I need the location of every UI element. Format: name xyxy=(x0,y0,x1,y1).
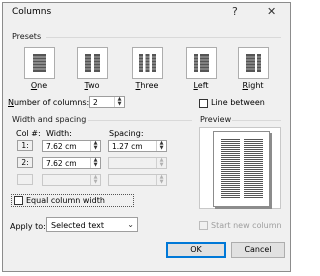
number-of-columns-label: Number of columns: xyxy=(8,98,90,107)
preset-left-label: Left xyxy=(193,81,209,90)
line-between-checkbox[interactable] xyxy=(199,99,208,108)
spacing-value-1: 1.27 cm xyxy=(112,142,143,151)
spin-down-icon[interactable]: ▼ xyxy=(115,102,124,107)
preset-left-button[interactable] xyxy=(186,47,217,79)
col-header: Col #: xyxy=(16,129,41,138)
width-value-1: 7.62 cm xyxy=(46,142,77,151)
preview-label: Preview xyxy=(200,115,232,124)
spin-down-icon[interactable]: ▼ xyxy=(91,163,100,168)
spacing-spinner-2: ▲ ▼ xyxy=(108,157,167,169)
width-spinner-3: ▲ ▼ xyxy=(42,174,101,186)
preset-two-button[interactable] xyxy=(77,47,108,79)
width-spinner-1[interactable]: 7.62 cm ▲ ▼ xyxy=(42,140,101,152)
preset-right-label: Right xyxy=(242,81,264,90)
one-column-icon xyxy=(33,54,46,72)
presets-divider xyxy=(46,37,281,38)
preview-column-2 xyxy=(244,139,263,199)
spin-down-icon[interactable]: ▼ xyxy=(157,146,166,151)
number-of-columns-value: 2 xyxy=(93,98,98,107)
preview-column-1 xyxy=(221,139,240,199)
equal-column-width-label: Equal column width xyxy=(26,196,105,205)
left-column-icon xyxy=(193,54,210,72)
two-column-icon xyxy=(84,54,101,72)
preset-three-button[interactable] xyxy=(132,47,163,79)
preset-one-button[interactable] xyxy=(24,47,55,79)
preview-area xyxy=(199,127,281,209)
col-number-2: 2: xyxy=(17,157,33,168)
line-between-label: Line between xyxy=(211,98,265,107)
col-number-3 xyxy=(17,174,33,185)
presets-label: Presets xyxy=(12,32,42,41)
width-spacing-divider xyxy=(88,120,192,121)
dialog-title: Columns xyxy=(12,7,52,17)
width-header: Width: xyxy=(46,129,72,138)
apply-to-dropdown[interactable]: Selected text ⌄ xyxy=(46,217,138,232)
start-new-column-label: Start new column xyxy=(211,221,282,230)
preset-right-button[interactable] xyxy=(238,47,269,79)
apply-to-value: Selected text xyxy=(51,221,105,230)
preset-two-label: Two xyxy=(84,81,100,90)
spin-down-icon: ▼ xyxy=(159,179,164,185)
preset-three-label: Three xyxy=(135,81,159,90)
equal-column-width-checkbox[interactable] xyxy=(14,196,23,205)
preset-one-label: One xyxy=(30,81,48,90)
number-of-columns-spinner[interactable]: 2 ▲ ▼ xyxy=(89,96,125,108)
cancel-button[interactable]: Cancel xyxy=(231,242,285,258)
preview-divider xyxy=(232,120,281,121)
width-spinner-2[interactable]: 7.62 cm ▲ ▼ xyxy=(42,157,101,169)
col-number-1: 1: xyxy=(17,140,33,151)
spacing-spinner-1[interactable]: 1.27 cm ▲ ▼ xyxy=(108,140,167,152)
apply-to-label: Apply to: xyxy=(10,222,46,231)
start-new-column-checkbox xyxy=(199,221,208,230)
right-column-icon xyxy=(245,54,262,72)
spin-down-icon: ▼ xyxy=(93,179,98,185)
close-button[interactable]: ✕ xyxy=(267,5,276,18)
width-value-2: 7.62 cm xyxy=(46,159,77,168)
spacing-header: Spacing: xyxy=(109,129,144,138)
ok-button[interactable]: OK xyxy=(166,242,226,258)
width-spacing-label: Width and spacing xyxy=(12,115,87,124)
help-button[interactable]: ? xyxy=(232,5,238,18)
spin-down-icon: ▼ xyxy=(159,162,164,168)
spacing-spinner-3: ▲ ▼ xyxy=(108,174,167,186)
preview-page xyxy=(213,131,270,207)
spin-down-icon[interactable]: ▼ xyxy=(91,146,100,151)
chevron-down-icon: ⌄ xyxy=(127,220,134,229)
three-column-icon xyxy=(138,54,157,72)
